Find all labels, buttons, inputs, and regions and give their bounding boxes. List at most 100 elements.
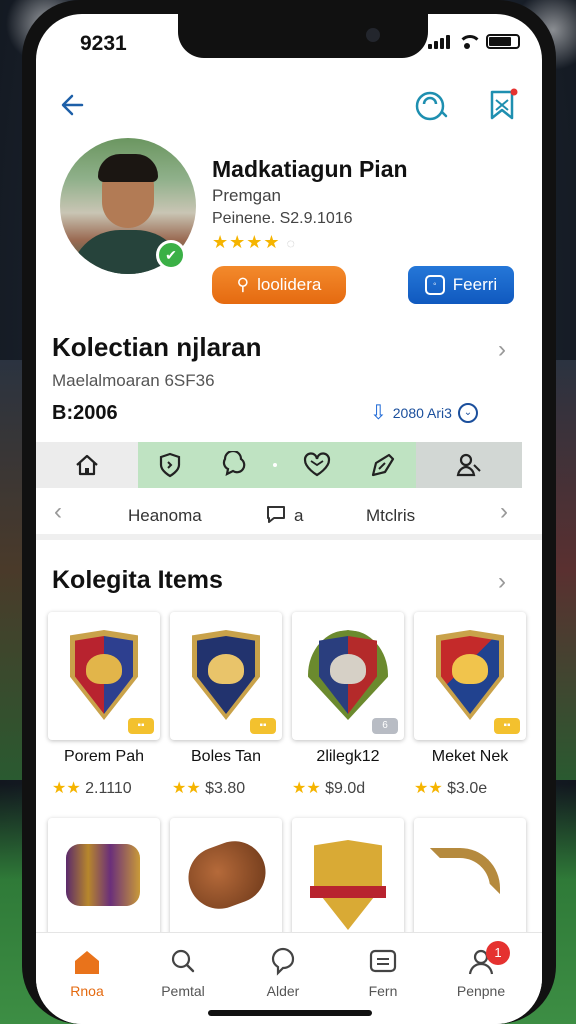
bookmark-icon[interactable]	[484, 86, 522, 124]
collection-stat[interactable]: ⇩ 2080 Ari3 ⌄	[370, 400, 478, 425]
star-icon: ★	[246, 232, 264, 252]
shield-small-icon: ◦	[424, 275, 445, 295]
primary-action-button[interactable]: ⚲ loolidera	[212, 266, 346, 304]
message-icon	[369, 949, 397, 973]
ball-item-icon	[179, 832, 275, 918]
download-arrow-icon: ⇩	[370, 402, 387, 424]
gold-crest-icon	[314, 840, 382, 930]
item-badge: ▪▪	[250, 718, 276, 734]
chat-bubble-icon	[222, 451, 246, 476]
cup-emblem-icon	[208, 654, 244, 684]
item-card[interactable]: ▪▪	[48, 612, 160, 740]
item-price-value: $3.80	[205, 780, 246, 797]
collection-stat-label: 2080 Ari3	[392, 404, 452, 421]
category-dot	[266, 442, 284, 488]
comment-icon[interactable]	[264, 502, 288, 526]
chevron-right-icon[interactable]: ›	[498, 336, 506, 364]
primary-action-label: loolidera	[257, 275, 322, 294]
item-card[interactable]	[414, 818, 526, 946]
notification-badge: 1	[486, 941, 510, 965]
avatar-hair	[98, 154, 158, 182]
category-tag[interactable]	[350, 442, 416, 488]
star-icon: ★★	[292, 780, 321, 797]
sub-navigation: ‹ Heanoma a Mtclris ›	[36, 488, 542, 540]
key-icon: ⚲	[236, 275, 250, 294]
item-card[interactable]: 6	[292, 612, 404, 740]
item-badge: ▪▪	[128, 718, 154, 734]
category-heart[interactable]	[284, 442, 350, 488]
signal-icon	[428, 35, 450, 49]
item-card[interactable]: ▪▪	[414, 612, 526, 740]
item-price-value: $3.0e	[447, 780, 488, 797]
item-card[interactable]: ▪▪	[170, 612, 282, 740]
chevron-right-icon[interactable]: ›	[500, 498, 508, 526]
profile-name: Madkatiagun Pian	[212, 156, 408, 182]
item-card[interactable]	[48, 818, 160, 946]
app-screen: 9231 ✔ Madkatiagun Pian Premgan Peinene.…	[36, 14, 542, 1024]
item-badge: 6	[372, 718, 398, 734]
search-icon	[171, 949, 195, 973]
secondary-action-button[interactable]: ◦ Feerri	[408, 266, 514, 304]
nav-label: Penpne	[456, 983, 506, 999]
support-icon[interactable]	[412, 86, 450, 124]
category-shield[interactable]	[138, 442, 202, 488]
item-price: ★★ $3.0e	[414, 778, 487, 798]
subnav-left-tab[interactable]: Heanoma	[128, 506, 202, 526]
nav-home[interactable]: Rnoa	[42, 947, 132, 999]
profile-subtitle: Premgan	[212, 186, 281, 205]
subnav-right-tab[interactable]: Mtclris	[366, 506, 415, 526]
category-chat[interactable]	[202, 442, 266, 488]
items-section-title: Kolegita Items	[52, 566, 223, 594]
dot-icon	[273, 463, 277, 467]
category-users[interactable]	[416, 442, 522, 488]
rating-empty-icon: ◌	[286, 235, 296, 251]
circle-chevron-icon: ⌄	[457, 402, 478, 423]
wifi-icon	[458, 35, 482, 49]
status-time: 9231	[80, 32, 127, 55]
nav-messages[interactable]: Fern	[338, 947, 428, 999]
chevron-left-icon[interactable]: ‹	[54, 498, 62, 526]
nav-search[interactable]: Pemtal	[138, 947, 228, 999]
trophy-emblem-icon	[86, 654, 122, 684]
horn-item-icon	[430, 848, 500, 894]
subnav-middle-tab[interactable]: a	[294, 506, 303, 526]
camera	[366, 28, 380, 42]
home-indicator[interactable]	[208, 1010, 372, 1016]
star-icon: ★	[229, 232, 247, 252]
item-badge: ▪▪	[494, 718, 520, 734]
chevron-right-icon[interactable]: ›	[498, 568, 506, 596]
profile-rating: ★★★★ ◌	[212, 232, 296, 253]
nav-chat[interactable]: Alder	[238, 947, 328, 999]
nav-profile[interactable]: 1 Penpne	[436, 941, 526, 999]
nav-label: Pemtal	[161, 983, 205, 999]
item-name: Porem Pah	[63, 748, 145, 765]
chat-icon	[271, 947, 295, 976]
star-icon: ★★	[172, 780, 201, 797]
item-name: 2lilegk12	[316, 748, 380, 765]
nav-label: Fern	[368, 983, 398, 999]
tag-icon	[371, 453, 395, 477]
star-icon: ★	[212, 232, 230, 252]
users-icon	[456, 453, 481, 477]
star-icon: ★★	[52, 780, 81, 797]
collection-value: B:2006	[52, 402, 118, 424]
secondary-action-label: Feerri	[452, 275, 498, 294]
nav-label: Alder	[266, 983, 300, 999]
category-home[interactable]	[36, 442, 138, 488]
item-card[interactable]	[292, 818, 404, 946]
profile-meta: Peinene. S2.9.1016	[212, 210, 353, 227]
item-card[interactable]	[170, 818, 282, 946]
ball-emblem-icon	[330, 654, 366, 684]
item-price: ★★ $3.80	[172, 778, 245, 798]
phone-frame: 9231 ✔ Madkatiagun Pian Premgan Peinene.…	[22, 0, 556, 1024]
nav-label: Rnoa	[70, 983, 104, 999]
lion-emblem-icon	[452, 654, 488, 684]
star-icon: ★	[263, 232, 281, 252]
home-icon	[75, 951, 99, 974]
item-price: ★★ 2.1110	[52, 778, 132, 798]
item-name: Boles Tan	[191, 748, 261, 765]
crest-ribbon	[310, 886, 386, 898]
collection-subtitle: Maelalmoaran 6SF36	[52, 371, 215, 390]
item-price: ★★ $9.0d	[292, 778, 365, 798]
back-arrow-icon[interactable]	[56, 88, 90, 122]
